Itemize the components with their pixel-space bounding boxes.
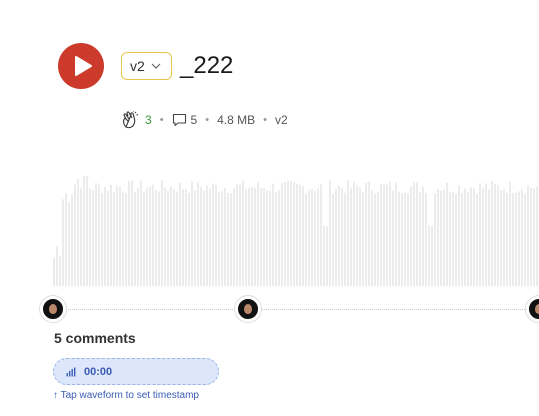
meta-separator: •	[263, 114, 267, 126]
meta-separator: •	[159, 114, 164, 126]
file-size: 4.8 MB	[217, 113, 256, 127]
clap-icon	[123, 111, 139, 129]
version-select-value: v2	[130, 58, 145, 74]
avatar	[244, 304, 252, 314]
clap-count: 3	[145, 113, 152, 127]
avatar	[535, 304, 539, 314]
meta-version: v2	[274, 113, 288, 127]
comment-count: 5	[190, 113, 198, 127]
comment-avatar-marker[interactable]	[40, 296, 66, 322]
claps-button[interactable]: 3	[121, 111, 152, 129]
play-icon	[74, 56, 92, 76]
comments-link[interactable]: 5	[172, 113, 198, 127]
comments-heading: 5 comments	[54, 330, 136, 346]
waveform-bars-icon	[66, 367, 76, 376]
comment-icon	[172, 113, 186, 127]
timestamp-button[interactable]: 00:00	[53, 358, 219, 385]
avatar	[49, 304, 57, 314]
track-title: _222	[180, 52, 234, 79]
comment-avatar-marker[interactable]	[526, 296, 539, 322]
meta-separator: •	[205, 114, 210, 126]
version-select[interactable]: v2	[121, 52, 172, 80]
waveform-bars	[53, 176, 538, 286]
track-meta: 3 • 5 • 4.8 MB • v2	[121, 111, 288, 129]
timestamp-value: 00:00	[84, 365, 113, 378]
waveform-hint: ↑ Tap waveform to set timestamp	[53, 390, 199, 401]
waveform[interactable]	[53, 172, 539, 288]
comment-timeline	[53, 309, 539, 310]
comment-avatar-marker[interactable]	[235, 296, 261, 322]
play-button[interactable]	[58, 43, 104, 89]
chevron-down-icon	[151, 63, 161, 69]
